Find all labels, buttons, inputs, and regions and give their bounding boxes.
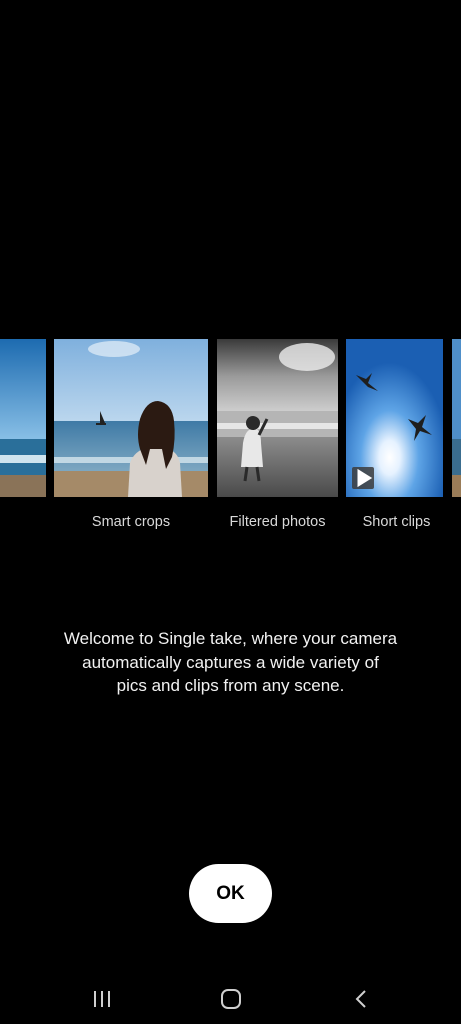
system-navigation-bar — [0, 972, 461, 1024]
back-icon[interactable] — [346, 986, 376, 1012]
thumbnail-short-clips[interactable] — [346, 339, 443, 497]
recents-icon[interactable] — [87, 986, 117, 1012]
caption-smart-crops: Smart crops — [91, 514, 171, 530]
welcome-message: Welcome to Single take, where your camer… — [30, 627, 431, 698]
welcome-line-3: pics and clips from any scene. — [116, 676, 345, 695]
thumbnail-beach-partial-left — [0, 339, 46, 497]
thumbnail-smart-crops[interactable] — [54, 339, 208, 497]
thumbnail-filtered-photos[interactable] — [217, 339, 338, 497]
home-icon[interactable] — [216, 986, 246, 1012]
play-icon — [352, 467, 374, 489]
ok-button[interactable]: OK — [189, 864, 272, 923]
welcome-line-2: automatically captures a wide variety of — [82, 652, 379, 672]
welcome-line-1: Welcome to Single take, where your camer… — [63, 629, 398, 648]
caption-filtered-photos: Filtered photos — [229, 514, 326, 530]
caption-short-clips: Short clips — [362, 514, 431, 530]
preview-carousel[interactable] — [0, 339, 461, 497]
thumbnail-partial-right — [452, 339, 461, 497]
